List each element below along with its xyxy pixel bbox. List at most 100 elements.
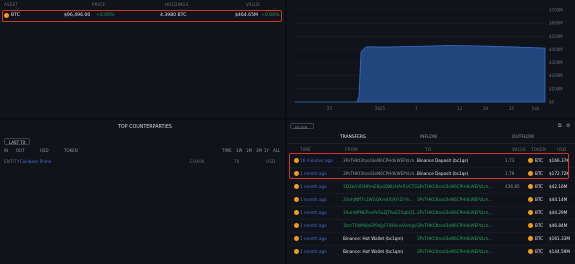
tx-to[interactable]: 3PsTHKt3tssd3eN6CPHdkWEPzLm...	[417, 223, 492, 228]
col-price: PRICE	[92, 2, 106, 7]
col-asset: ASSET	[4, 2, 19, 7]
tx-to[interactable]: 3PsTHKt3tssd3eN6CPHdkWEPzLm...	[417, 249, 492, 254]
y-tick-label: $200M	[549, 73, 563, 78]
row-divider	[287, 245, 575, 246]
filter-token[interactable]: TOKEN	[64, 148, 78, 153]
highlight-box	[2, 10, 282, 22]
tx-time[interactable]: 1 month ago	[300, 184, 327, 189]
x-tick-label: 7	[415, 106, 418, 111]
y-tick-label: $300M	[549, 60, 563, 65]
col-value: VALUE	[246, 2, 261, 7]
x-tick-label: 25	[509, 106, 515, 111]
tx-to[interactable]: 3PsTHKt3tssd3eN6CPHdkWEPzLm...	[417, 184, 492, 189]
tx-usd: $46.84M	[549, 223, 568, 228]
tx-row[interactable]: 1 month ago Binance: Hot Wallet (bc1qm) 3P…	[287, 245, 575, 258]
cp-col-tx: TX	[234, 159, 240, 164]
time-1w[interactable]: 1W	[236, 148, 243, 153]
filter-usd[interactable]: USD	[40, 148, 49, 153]
y-tick-label: $700M	[549, 8, 563, 13]
x-tick-label: 13	[457, 106, 463, 111]
tx-from[interactable]: 3zmT1WMkbSP9djyFF8HvnsVxmgV...	[343, 223, 421, 228]
tx-col-value: VALUE	[512, 147, 527, 152]
tx-col-token: TOKEN	[531, 147, 547, 152]
tab-inflow[interactable]: INFLOW	[420, 135, 437, 140]
btc-icon	[294, 197, 299, 202]
balance-area	[295, 45, 546, 103]
filter-in[interactable]: IN	[4, 148, 8, 153]
tx-to[interactable]: 3PsTHKt3tssd3eN6CPHdkWEPzLm...	[417, 236, 492, 241]
copy-icon[interactable]: ⧉	[558, 123, 562, 129]
tx-token: BTC	[535, 197, 544, 202]
y-tick-label: $0	[549, 100, 555, 105]
tab-divider	[287, 143, 575, 144]
filter-chip-label: FILTER	[295, 124, 308, 130]
tx-row[interactable]: 1 month ago 3D2bA3f3HRmE8pdQNtcHArRUCTG..…	[287, 180, 575, 193]
tx-token: BTC	[535, 236, 544, 241]
tab-transfers[interactable]: TRANSFERS	[340, 135, 366, 140]
tx-row[interactable]: 1 month ago 3XuhWfMEPevPe5uZJTAeEZXqbQ1..…	[287, 206, 575, 219]
cp-entity-link[interactable]: Coinbase Prime	[20, 159, 51, 164]
x-tick-label: 25	[327, 106, 333, 111]
x-tick-label: 2025	[375, 106, 386, 111]
token-btc-icon	[528, 210, 533, 215]
tx-highlight-box	[289, 153, 569, 179]
btc-icon	[294, 210, 299, 215]
tx-to[interactable]: 3PsTHKt3tssd3eN6CPHdkWEPzLm...	[417, 197, 492, 202]
x-tick-label: 19	[483, 106, 489, 111]
tx-col-from: FROM	[345, 147, 358, 152]
tab-outflow[interactable]: OUTFLOW	[512, 135, 534, 140]
token-btc-icon	[528, 223, 533, 228]
time-label: TIME	[222, 148, 232, 153]
tx-token: BTC	[535, 210, 544, 215]
row-divider	[287, 180, 575, 181]
time-1m[interactable]: 1M	[246, 148, 252, 153]
balance-chart-panel: $700M $600M $500M $400M $300M $200M $100M $0 25 2…	[287, 0, 575, 118]
token-btc-icon	[528, 184, 533, 189]
row-divider	[287, 193, 575, 194]
tx-col-time: TIME	[300, 147, 311, 152]
counterparties-title: TOP COUNTERPARTIES	[118, 125, 172, 130]
token-btc-icon	[528, 236, 533, 241]
cp-col-chain: CHAIN	[190, 159, 205, 164]
tx-usd: $44.29M	[549, 210, 568, 215]
filter-chip[interactable]: FILTER	[290, 123, 314, 130]
tx-from[interactable]: 33nhJNff7c1WGQKm4XjAYrZrYh...	[343, 197, 413, 202]
tx-usd: $144.59M	[549, 249, 570, 254]
y-tick-label: $100M	[549, 86, 563, 91]
tx-from[interactable]: Binance: Hot Wallet (bc1qm)	[343, 249, 403, 254]
tx-to[interactable]: 3PsTHKt3tssd3eN6CPHdkWEPzLm...	[417, 210, 492, 215]
tx-usd: $44.14M	[549, 197, 568, 202]
tx-time[interactable]: 1 month ago	[300, 223, 327, 228]
tx-from[interactable]: 3D2bA3f3HRmE8pdQNtcHArRUCTG...	[343, 184, 421, 189]
tx-from[interactable]: 3XuhWfMEPevPe5uZJTAeEZXqbQ1...	[343, 210, 419, 215]
cp-col-entity: ENTITY	[4, 159, 20, 164]
tx-row[interactable]: 1 month ago 33nhJNff7c1WGQKm4XjAYrZrYh...…	[287, 193, 575, 206]
last-tx-chip[interactable]: LAST TX	[4, 138, 30, 145]
time-all[interactable]: ALL	[273, 148, 280, 153]
tx-from[interactable]: Binance: Hot Wallet (bc1qm)	[343, 236, 403, 241]
time-3m[interactable]: 3M	[256, 148, 262, 153]
token-btc-icon	[528, 197, 533, 202]
btc-icon	[294, 249, 299, 254]
btc-icon	[294, 236, 299, 241]
row-divider	[287, 219, 575, 220]
tx-row[interactable]: 1 month ago 3zmT1WMkbSP9djyFF8HvnsVxmgV..…	[287, 219, 575, 232]
y-tick-label: $500M	[549, 34, 563, 39]
tx-token: BTC	[535, 223, 544, 228]
holdings-panel: ASSET PRICE HOLDINGS VALUE BTC $96,496.0…	[0, 0, 285, 118]
cp-col-usd: USD	[266, 159, 276, 164]
x-tick-label: Feb	[532, 106, 540, 111]
tx-col-to: TO	[425, 147, 432, 152]
settings-icon[interactable]: ⚙	[566, 123, 570, 129]
tx-token: BTC	[535, 249, 544, 254]
tx-time[interactable]: 1 month ago	[300, 210, 327, 215]
tx-time[interactable]: 1 month ago	[300, 249, 327, 254]
tx-time[interactable]: 1 month ago	[300, 236, 327, 241]
tx-time[interactable]: 1 month ago	[300, 197, 327, 202]
tx-row[interactable]: 1 month ago Binance: Hot Wallet (bc1qm) 3P…	[287, 232, 575, 245]
time-1y[interactable]: 1Y	[264, 148, 269, 153]
row-divider	[287, 232, 575, 233]
filter-out[interactable]: OUT	[16, 148, 25, 153]
tx-col-usd: USD	[557, 147, 567, 152]
token-btc-icon	[528, 249, 533, 254]
